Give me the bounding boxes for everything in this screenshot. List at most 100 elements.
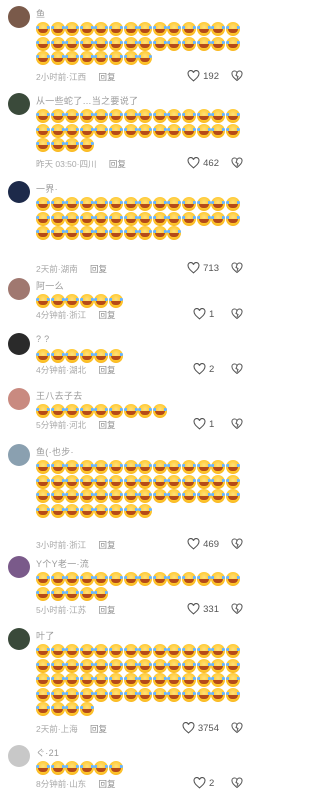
heart-outline-icon[interactable] <box>187 156 200 169</box>
avatar[interactable] <box>8 181 30 203</box>
like-count: 469 <box>203 538 219 550</box>
reply-button[interactable]: 回复 <box>90 724 107 734</box>
laugh-cry-emoji-icon <box>138 644 153 658</box>
laugh-cry-emoji-icon <box>50 404 65 418</box>
comment-actions: 1 <box>193 417 243 430</box>
laugh-cry-emoji-icon <box>36 503 50 518</box>
avatar[interactable] <box>8 745 30 767</box>
laugh-cry-emoji-icon <box>36 226 50 241</box>
laugh-cry-emoji-icon <box>123 197 138 211</box>
laugh-cry-emoji-icon <box>152 226 167 241</box>
avatar[interactable] <box>8 444 30 466</box>
heart-outline-icon[interactable] <box>187 261 200 274</box>
laugh-cry-emoji-icon <box>65 761 80 775</box>
reply-button[interactable]: 回复 <box>109 159 126 169</box>
avatar[interactable] <box>8 278 30 300</box>
broken-heart-icon[interactable] <box>231 70 243 82</box>
laugh-cry-emoji-icon <box>211 460 226 474</box>
broken-heart-icon[interactable] <box>231 418 243 430</box>
comment-list: 鱼 2小时前·江西 回复 192 从一些蛇了…当之要说了 昨天 03:50·四川… <box>0 0 253 800</box>
heart-outline-icon[interactable] <box>193 776 206 789</box>
laugh-cry-emoji-icon <box>138 673 153 688</box>
heart-outline-icon[interactable] <box>193 417 206 430</box>
heart-outline-icon[interactable] <box>187 602 200 615</box>
comment-username[interactable]: Y个Y老一·流 <box>36 557 89 570</box>
laugh-cry-emoji-icon <box>50 36 65 51</box>
reply-button[interactable]: 回复 <box>98 605 115 615</box>
laugh-cry-emoji-icon <box>211 197 226 211</box>
comment-emoji-content <box>36 197 248 241</box>
laugh-cry-emoji-icon <box>108 761 123 775</box>
heart-outline-icon[interactable] <box>193 362 206 375</box>
laugh-cry-emoji-icon <box>152 489 167 504</box>
laugh-cry-emoji-icon <box>50 123 65 138</box>
avatar[interactable] <box>8 333 30 355</box>
comment-username[interactable]: 叶了 <box>36 629 55 642</box>
laugh-cry-emoji-icon <box>65 349 80 363</box>
laugh-cry-emoji-icon <box>50 702 65 717</box>
comment-username[interactable]: ぐ·21 <box>36 746 59 759</box>
laugh-cry-emoji-icon <box>65 673 80 688</box>
heart-outline-icon[interactable] <box>187 69 200 82</box>
reply-button[interactable]: 回复 <box>98 365 115 375</box>
laugh-cry-emoji-icon <box>94 460 109 474</box>
comment-actions: 469 <box>187 537 243 550</box>
broken-heart-icon[interactable] <box>231 538 243 550</box>
broken-heart-icon[interactable] <box>231 308 243 320</box>
comment-location: 四川 <box>79 159 97 169</box>
laugh-cry-emoji-icon <box>108 109 123 123</box>
laugh-cry-emoji-icon <box>152 404 167 418</box>
like-count: 2 <box>209 777 215 789</box>
comment-username[interactable]: 一界· <box>36 182 58 195</box>
laugh-cry-emoji-icon <box>123 644 138 658</box>
reply-button[interactable]: 回复 <box>98 420 115 430</box>
laugh-cry-emoji-icon <box>108 687 123 702</box>
comment-location: 江苏 <box>69 605 87 615</box>
broken-heart-icon[interactable] <box>231 157 243 169</box>
heart-outline-icon[interactable] <box>193 307 206 320</box>
laugh-cry-emoji-icon <box>108 474 123 489</box>
comment-username[interactable]: 鱼 <box>36 7 45 20</box>
heart-outline-icon[interactable] <box>182 721 195 734</box>
laugh-cry-emoji-icon <box>196 36 211 51</box>
avatar[interactable] <box>8 388 30 410</box>
comment-meta: 昨天 03:50·四川 回复 <box>36 159 126 169</box>
avatar[interactable] <box>8 6 30 28</box>
reply-button[interactable]: 回复 <box>98 540 115 550</box>
reply-button[interactable]: 回复 <box>98 72 115 82</box>
laugh-cry-emoji-icon <box>225 658 240 673</box>
laugh-cry-emoji-icon <box>138 197 153 211</box>
heart-outline-icon[interactable] <box>187 537 200 550</box>
like-count: 2 <box>209 363 215 375</box>
broken-heart-icon[interactable] <box>231 603 243 615</box>
laugh-cry-emoji-icon <box>36 22 50 36</box>
reply-button[interactable]: 回复 <box>98 310 115 320</box>
comment-username[interactable]: 从一些蛇了…当之要说了 <box>36 94 138 107</box>
laugh-cry-emoji-icon <box>36 404 50 418</box>
laugh-cry-emoji-icon <box>65 474 80 489</box>
broken-heart-icon[interactable] <box>231 363 243 375</box>
laugh-cry-emoji-icon <box>79 109 94 123</box>
laugh-cry-emoji-icon <box>211 474 226 489</box>
avatar[interactable] <box>8 556 30 578</box>
broken-heart-icon[interactable] <box>231 777 243 789</box>
laugh-cry-emoji-icon <box>167 673 182 688</box>
avatar[interactable] <box>8 628 30 650</box>
avatar[interactable] <box>8 93 30 115</box>
laugh-cry-emoji-icon <box>36 349 50 363</box>
comment-username[interactable]: ? ? <box>36 334 49 344</box>
comment-username[interactable]: 王八去子去 <box>36 389 83 402</box>
laugh-cry-emoji-icon <box>50 474 65 489</box>
reply-button[interactable]: 回复 <box>98 779 115 789</box>
comment-emoji-content <box>36 572 248 601</box>
laugh-cry-emoji-icon <box>36 702 50 717</box>
reply-button[interactable]: 回复 <box>90 264 107 274</box>
comment-meta: 5小时前·江苏 回复 <box>36 605 116 615</box>
broken-heart-icon[interactable] <box>231 722 243 734</box>
laugh-cry-emoji-icon <box>79 489 94 504</box>
laugh-cry-emoji-icon <box>138 404 153 418</box>
laugh-cry-emoji-icon <box>196 22 211 36</box>
comment-username[interactable]: 鱼(·也步· <box>36 445 74 458</box>
comment-username[interactable]: 阿一么 <box>36 279 64 292</box>
broken-heart-icon[interactable] <box>231 262 243 274</box>
